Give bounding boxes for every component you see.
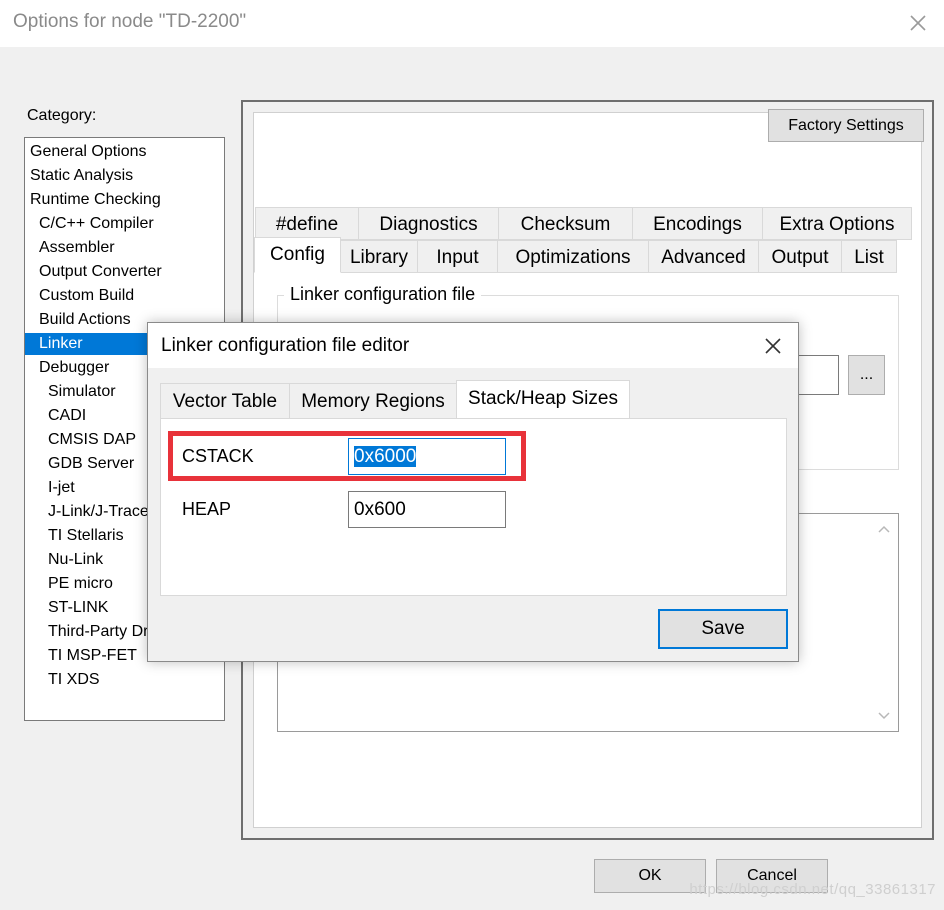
tab-list[interactable]: List	[841, 240, 897, 273]
dialog-tab-memory-regions[interactable]: Memory Regions	[289, 383, 457, 419]
tab-diagnostics[interactable]: Diagnostics	[358, 207, 499, 240]
factory-settings-button[interactable]: Factory Settings	[768, 109, 924, 142]
tab-advanced[interactable]: Advanced	[648, 240, 759, 273]
category-item[interactable]: C/C++ Compiler	[25, 213, 224, 235]
category-item[interactable]: General Options	[25, 141, 224, 163]
tab-checksum[interactable]: Checksum	[498, 207, 633, 240]
tab-input[interactable]: Input	[417, 240, 498, 273]
cstack-value: 0x6000	[354, 446, 417, 467]
tab-define[interactable]: #define	[255, 207, 359, 240]
browse-button[interactable]: ...	[848, 355, 885, 395]
dialog-tab-vector-table[interactable]: Vector Table	[160, 383, 290, 419]
linker-config-group-label: Linker configuration file	[284, 284, 482, 305]
dialog-tab-stack-heap-sizes[interactable]: Stack/Heap Sizes	[456, 380, 630, 420]
dialog-title: Linker configuration file editor	[161, 335, 410, 356]
window-title: Options for node "TD-2200"	[13, 11, 247, 32]
category-item[interactable]: Custom Build	[25, 285, 224, 307]
tab-config[interactable]: Config	[254, 237, 341, 273]
close-icon[interactable]	[908, 13, 928, 33]
category-item[interactable]: Output Converter	[25, 261, 224, 283]
watermark: https://blog.csdn.net/qq_33861317	[689, 881, 936, 898]
options-window: Options for node "TD-2200" Category: Gen…	[0, 0, 944, 910]
heap-value: 0x600	[354, 499, 406, 520]
tab-output[interactable]: Output	[758, 240, 842, 273]
heap-label: HEAP	[182, 499, 232, 519]
heap-input[interactable]: 0x600	[348, 491, 506, 528]
linker-config-editor-dialog: Linker configuration file editor Vector …	[147, 322, 799, 662]
tab-encodings[interactable]: Encodings	[632, 207, 763, 240]
save-button[interactable]: Save	[658, 609, 788, 649]
window-titlebar: Options for node "TD-2200"	[0, 0, 944, 47]
category-label: Category:	[27, 107, 97, 124]
category-item[interactable]: TI XDS	[25, 669, 224, 691]
tab-optimizations[interactable]: Optimizations	[497, 240, 649, 273]
dialog-close-icon[interactable]	[763, 336, 783, 356]
category-item[interactable]: Runtime Checking	[25, 189, 224, 211]
cstack-input[interactable]: 0x6000	[348, 438, 506, 475]
scroll-down-icon[interactable]	[878, 711, 890, 721]
tab-extra-options[interactable]: Extra Options	[762, 207, 912, 240]
dialog-titlebar: Linker configuration file editor	[148, 323, 798, 368]
category-item[interactable]: Assembler	[25, 237, 224, 259]
scroll-up-icon[interactable]	[878, 524, 890, 534]
tab-library[interactable]: Library	[340, 240, 418, 273]
cstack-label: CSTACK	[182, 446, 254, 466]
category-item[interactable]: Static Analysis	[25, 165, 224, 187]
